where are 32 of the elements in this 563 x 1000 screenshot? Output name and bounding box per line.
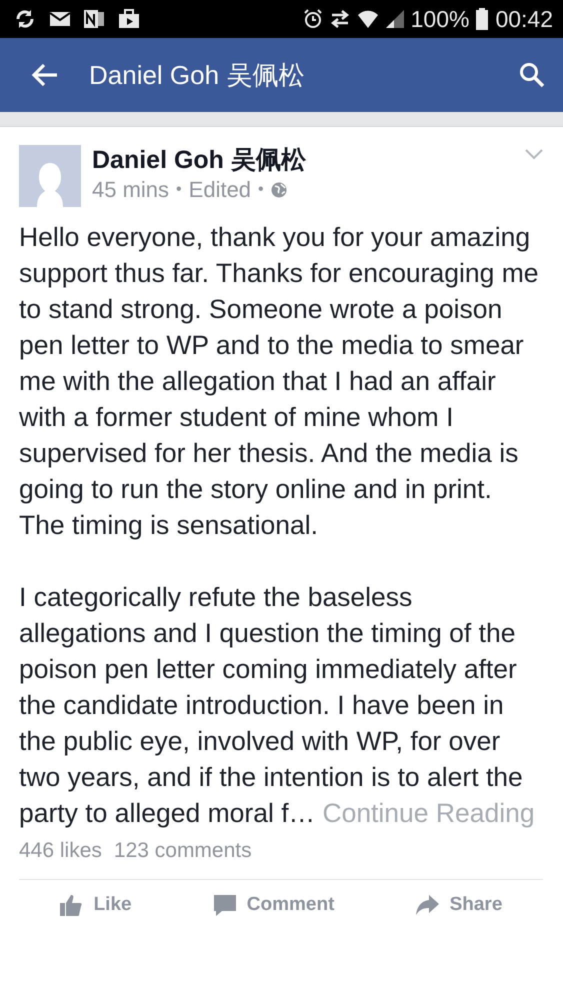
- search-icon[interactable]: [519, 62, 545, 88]
- like-icon: [60, 894, 84, 916]
- author-name[interactable]: Daniel Goh 吴佩松: [92, 145, 525, 175]
- action-button[interactable]: Share: [410, 892, 508, 918]
- sync-icon: [14, 8, 36, 30]
- likes-count[interactable]: 446 likes: [19, 839, 102, 863]
- signal-icon: [386, 10, 404, 28]
- mail-icon: [50, 11, 70, 27]
- comment-icon: [212, 894, 237, 916]
- notebook-icon: [84, 8, 104, 30]
- action-button[interactable]: Comment: [206, 892, 340, 918]
- post-time: 45 mins: [92, 177, 170, 203]
- separator-dot: •: [176, 181, 182, 199]
- share-icon: [416, 894, 440, 916]
- battery-percentage: 100%: [410, 6, 470, 32]
- globe-icon: [270, 182, 287, 198]
- battery-icon: [476, 8, 488, 30]
- alarm-icon: [302, 9, 323, 29]
- action-button[interactable]: Like: [54, 892, 138, 918]
- post-paragraph: I categorically refute the baseless allegations and I question the timing of the poison pen letter coming immediately after the candidate introduction. I have been in the public eye, involved with WP, for over two years, and if the intention is to alert the party to alleged moral f… Continue Reading: [19, 581, 536, 830]
- page-title: Daniel Goh 吴佩松: [89, 58, 306, 92]
- continue-reading-link[interactable]: Continue Reading: [322, 798, 535, 828]
- edited-label: Edited: [188, 177, 252, 203]
- post-paragraph: Hello everyone, thank you for your amazing support thus far. Thanks for encouraging me to stand strong. Someone wrote a poison pen letter to WP and to the media to smear me with the allegation that I had an affair with a former student of mine whom I supervised for her thesis. And the media is going to run the story online and in print. The timing is sensational.: [19, 221, 540, 542]
- data-transfer-icon: [330, 10, 350, 28]
- back-arrow-icon[interactable]: [31, 63, 59, 87]
- avatar-silhouette: [19, 145, 81, 207]
- wifi-icon: [356, 9, 379, 29]
- briefcase-icon: [118, 9, 140, 29]
- separator-dot: •: [258, 181, 264, 199]
- status-time: 00:42: [495, 6, 553, 32]
- comments-count[interactable]: 123 comments: [114, 839, 252, 863]
